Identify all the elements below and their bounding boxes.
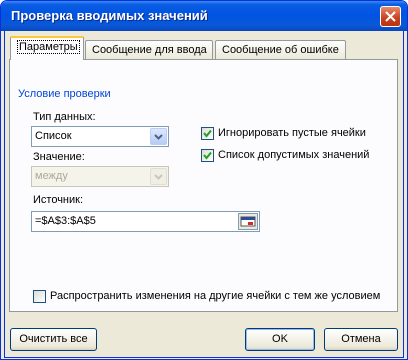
value-select-value: между [35,170,68,182]
title-bar[interactable]: Проверка вводимых значений [1,1,407,31]
ignore-blank-label[interactable]: Игнорировать пустые ячейки [218,127,366,139]
source-input[interactable]: =$A$3:$A$5 [31,211,260,232]
checkmark-icon [203,151,212,160]
tab-error-alert-label: Сообщение об ошибке [222,44,339,56]
data-type-label: Тип данных: [33,111,96,123]
ignore-blank-checkbox[interactable] [201,127,214,140]
apply-all-label[interactable]: Распространить изменения на другие ячейк… [50,290,380,302]
range-select-button[interactable] [238,213,258,230]
tab-error-alert[interactable]: Сообщение об ошибке [215,40,346,59]
value-select[interactable]: между [31,166,169,187]
collapse-dialog-icon [240,216,256,227]
source-value: =$A$3:$A$5 [35,215,96,227]
cancel-button[interactable]: Отмена [324,328,398,351]
ok-button[interactable]: OK [245,328,315,351]
close-button[interactable] [380,6,401,27]
clear-all-button[interactable]: Очистить все [10,328,97,351]
close-icon [385,11,396,22]
tab-parameters-label: Параметры [17,40,80,54]
in-cell-dropdown-label[interactable]: Список допустимых значений [218,149,369,161]
in-cell-dropdown-checkbox[interactable] [201,149,214,162]
checkmark-icon [203,129,212,138]
tab-input-message-label: Сообщение для ввода [92,44,207,56]
validation-criteria-label: Условие проверки [16,88,113,100]
window-title: Проверка вводимых значений [11,8,208,23]
source-label: Источник: [33,194,84,206]
tab-input-message[interactable]: Сообщение для ввода [85,40,213,59]
chevron-down-icon [150,168,167,185]
chevron-down-icon[interactable] [150,128,167,145]
apply-all-checkbox[interactable] [33,290,46,303]
data-type-value: Список [35,130,72,142]
value-label: Значение: [33,151,85,163]
data-type-select[interactable]: Список [31,126,169,147]
tab-parameters[interactable]: Параметры [10,36,84,60]
